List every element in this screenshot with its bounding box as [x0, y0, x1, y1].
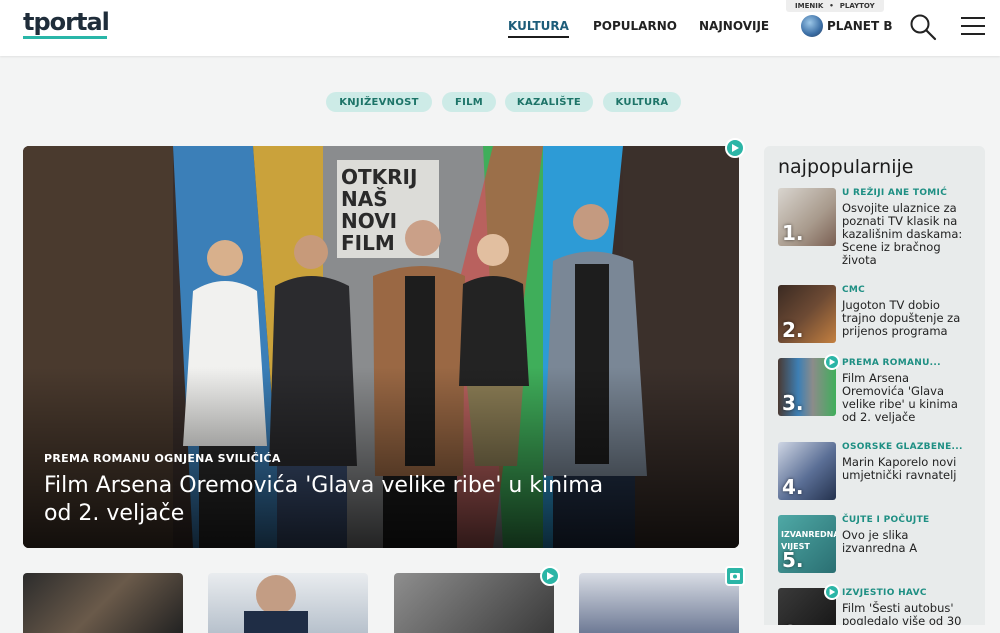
- video-play-icon: [824, 584, 840, 600]
- video-play-icon: [725, 138, 745, 158]
- category-chips: KNJIŽEVNOST FILM KAZALIŠTE KULTURA: [0, 92, 1000, 112]
- article-card-4[interactable]: [579, 573, 739, 633]
- item-kicker: OSORSKE GLAZBENE...: [842, 442, 963, 452]
- site-header: tportal IMENIK • PLAYTOY KULTURA POPULAR…: [0, 0, 1000, 56]
- item-kicker: U REŽIJI ANE TOMIĆ: [842, 188, 948, 198]
- hero-kicker: PREMA ROMANU OGNJENA SVILIČIĆA: [44, 452, 281, 465]
- rank-number: 2.: [782, 318, 804, 342]
- chip-kazaliste[interactable]: KAZALIŠTE: [505, 92, 593, 112]
- hamburger-menu-icon[interactable]: [961, 17, 985, 35]
- separator-dot: •: [829, 2, 834, 10]
- popular-item-5[interactable]: IZVANREDNA VIJEST 5. ČUJTE I POČUJTE Ovo …: [778, 515, 978, 575]
- person-suit: [244, 611, 308, 633]
- rank-number: 3.: [782, 391, 804, 415]
- item-title[interactable]: Marin Kaporelo novi umjetnički ravnatelj: [842, 456, 970, 482]
- article-card-1[interactable]: [23, 573, 183, 633]
- search-icon[interactable]: [909, 13, 937, 41]
- popular-item-4[interactable]: 4. OSORSKE GLAZBENE... Marin Kaporelo no…: [778, 442, 978, 502]
- rank-number: 4.: [782, 475, 804, 499]
- globe-icon[interactable]: [801, 15, 823, 37]
- article-card-2[interactable]: [208, 573, 368, 633]
- playtoy-link[interactable]: PLAYTOY: [840, 2, 875, 10]
- popular-item-thumb: 1.: [778, 188, 836, 246]
- video-play-icon: [824, 354, 840, 370]
- popular-item-2[interactable]: 2. CMC Jugoton TV dobio trajno dopuštenj…: [778, 285, 978, 345]
- hero-title[interactable]: Film Arsena Oremovića 'Glava velike ribe…: [44, 472, 604, 528]
- item-kicker: IZVJESTIO HAVC: [842, 588, 927, 598]
- rank-number: 1.: [782, 221, 804, 245]
- tportal-logo[interactable]: tportal: [23, 8, 110, 36]
- popular-item-thumb: IZVANREDNA VIJEST 5.: [778, 515, 836, 573]
- top-utility-links: IMENIK • PLAYTOY: [786, 0, 884, 12]
- article-card-3[interactable]: [394, 573, 554, 633]
- item-title[interactable]: Jugoton TV dobio trajno dopuštenje za pr…: [842, 299, 970, 338]
- item-kicker: PREMA ROMANU...: [842, 358, 941, 368]
- imenik-link[interactable]: IMENIK: [795, 2, 823, 10]
- hero-article[interactable]: OTKRIJ NAŠ NOVI FILM PREMA ROMANU OGNJEN…: [23, 146, 739, 548]
- item-title[interactable]: Ovo je slika izvanredna A: [842, 529, 970, 555]
- rank-number: 5.: [782, 548, 804, 572]
- chip-film[interactable]: FILM: [442, 92, 496, 112]
- popular-item-6[interactable]: 6. IZVJESTIO HAVC Film 'Šesti autobus' p…: [778, 588, 978, 625]
- nav-planet-b[interactable]: PLANET B: [827, 19, 892, 33]
- person-photo: [256, 575, 296, 615]
- popular-item-3[interactable]: 3. PREMA ROMANU... Film Arsena Oremovića…: [778, 358, 978, 424]
- video-play-icon: [540, 566, 560, 586]
- rank-number: 6.: [782, 621, 804, 625]
- nav-najnovije[interactable]: NAJNOVIJE: [699, 19, 769, 33]
- popular-item-thumb: 4.: [778, 442, 836, 500]
- popular-item-thumb: 2.: [778, 285, 836, 343]
- popular-item-1[interactable]: 1. U REŽIJI ANE TOMIĆ Osvojite ulaznice …: [778, 188, 978, 267]
- item-title[interactable]: Osvojite ulaznice za poznati TV klasik n…: [842, 202, 970, 267]
- item-title[interactable]: Film 'Šesti autobus' pogledalo više od 3…: [842, 602, 970, 626]
- item-kicker: CMC: [842, 285, 866, 295]
- most-popular-sidebar: najpopularnije 1. U REŽIJI ANE TOMIĆ Osv…: [764, 146, 985, 625]
- nav-popularno[interactable]: POPULARNO: [593, 19, 677, 33]
- camera-icon: [725, 566, 745, 586]
- item-title[interactable]: Film Arsena Oremovića 'Glava velike ribe…: [842, 372, 970, 424]
- chip-knjizevnost[interactable]: KNJIŽEVNOST: [326, 92, 432, 112]
- nav-kultura[interactable]: KULTURA: [508, 19, 569, 38]
- chip-kultura[interactable]: KULTURA: [603, 92, 681, 112]
- logo-underline: [23, 36, 107, 39]
- item-kicker: ČUJTE I POČUJTE: [842, 515, 930, 525]
- sidebar-title: najpopularnije: [778, 156, 914, 178]
